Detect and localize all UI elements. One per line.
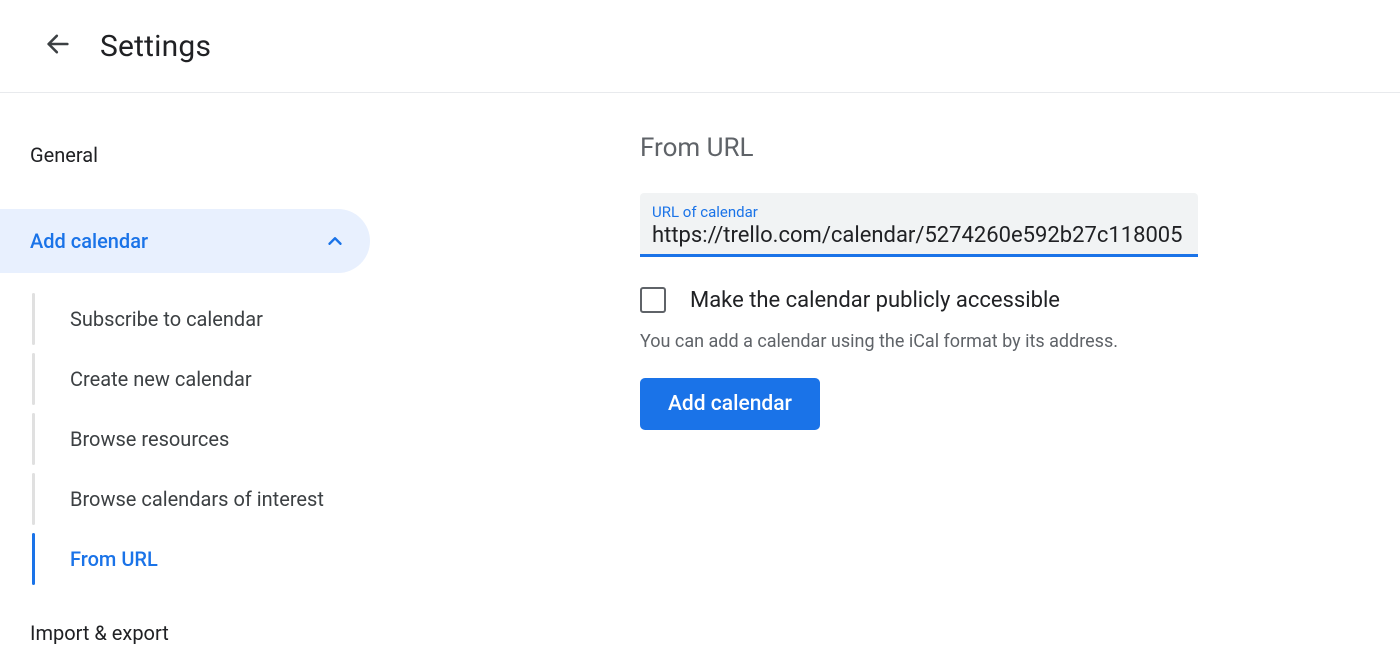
sidebar-item-label: Browse calendars of interest	[70, 487, 324, 511]
public-checkbox[interactable]	[640, 287, 666, 313]
sidebar-item-add-calendar-label: Add calendar	[30, 229, 324, 253]
page-title: Settings	[100, 29, 211, 64]
settings-sidebar: General Add calendar Subscribe to calend…	[0, 93, 400, 652]
settings-header: Settings	[0, 0, 1400, 93]
public-checkbox-row[interactable]: Make the calendar publicly accessible	[640, 287, 1400, 313]
sidebar-item-browse-resources[interactable]: Browse resources	[30, 409, 400, 469]
sidebar-item-label: From URL	[70, 547, 158, 571]
main-content: From URL URL of calendar Make the calend…	[400, 93, 1400, 652]
back-button[interactable]	[34, 22, 82, 70]
sidebar-item-label: Create new calendar	[70, 367, 252, 391]
url-field[interactable]: URL of calendar	[640, 193, 1198, 257]
public-checkbox-label: Make the calendar publicly accessible	[690, 288, 1060, 313]
sidebar-item-create-new[interactable]: Create new calendar	[30, 349, 400, 409]
sidebar-item-subscribe[interactable]: Subscribe to calendar	[30, 289, 400, 349]
add-calendar-subnav: Subscribe to calendar Create new calenda…	[0, 289, 400, 589]
sidebar-item-browse-interest[interactable]: Browse calendars of interest	[30, 469, 400, 529]
chevron-up-icon	[324, 230, 346, 252]
settings-body: General Add calendar Subscribe to calend…	[0, 93, 1400, 652]
arrow-left-icon	[44, 30, 72, 62]
sidebar-item-label: Browse resources	[70, 427, 229, 451]
add-calendar-button[interactable]: Add calendar	[640, 378, 820, 430]
sidebar-item-label: Subscribe to calendar	[70, 307, 263, 331]
sidebar-item-add-calendar[interactable]: Add calendar	[0, 209, 370, 273]
sidebar-item-from-url[interactable]: From URL	[30, 529, 400, 589]
sidebar-item-general[interactable]: General	[0, 133, 400, 177]
url-input[interactable]	[652, 223, 1186, 248]
sidebar-item-import-export[interactable]: Import & export	[0, 589, 400, 652]
url-field-label: URL of calendar	[652, 203, 1186, 221]
section-title: From URL	[640, 133, 1400, 163]
helper-text: You can add a calendar using the iCal fo…	[640, 331, 1400, 352]
